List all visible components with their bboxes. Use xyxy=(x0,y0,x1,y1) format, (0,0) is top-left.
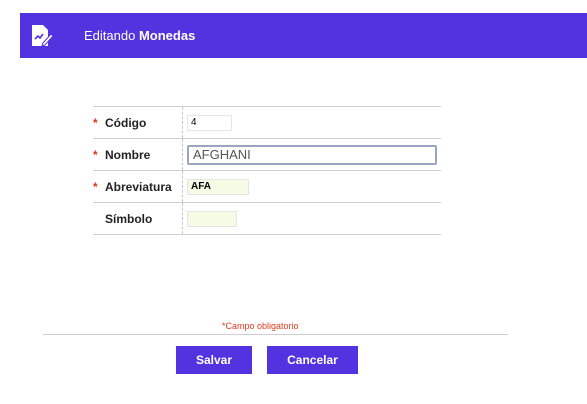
codigo-field[interactable] xyxy=(187,114,232,131)
title-prefix: Editando xyxy=(84,28,136,43)
page-header: Editando Monedas xyxy=(20,13,587,58)
required-mark: * xyxy=(93,179,98,194)
form-row-codigo: * Código xyxy=(93,107,441,139)
abreviatura-field[interactable] xyxy=(187,178,249,195)
nombre-label: Nombre xyxy=(105,147,151,162)
required-mark: * xyxy=(93,147,98,162)
form-row-simbolo: Símbolo xyxy=(93,203,441,235)
save-button[interactable]: Salvar xyxy=(176,346,252,374)
divider xyxy=(43,334,508,335)
required-field-note: *Campo obligatorio xyxy=(222,321,299,331)
title-entity: Monedas xyxy=(138,28,196,43)
cancel-button[interactable]: Cancelar xyxy=(267,346,358,374)
abreviatura-label: Abreviatura xyxy=(105,179,172,194)
required-mark: * xyxy=(93,115,98,130)
form-row-nombre: * Nombre xyxy=(93,139,441,171)
page-title: Editando Monedas xyxy=(84,28,195,43)
form-row-abreviatura: * Abreviatura xyxy=(93,171,441,203)
simbolo-field[interactable] xyxy=(187,210,237,227)
nombre-field[interactable] xyxy=(187,144,437,165)
edit-form: * Código * Nombre * Abreviatura Símbolo xyxy=(93,106,441,235)
edit-document-icon xyxy=(26,21,56,51)
simbolo-label: Símbolo xyxy=(105,211,153,226)
codigo-label: Código xyxy=(105,115,147,130)
